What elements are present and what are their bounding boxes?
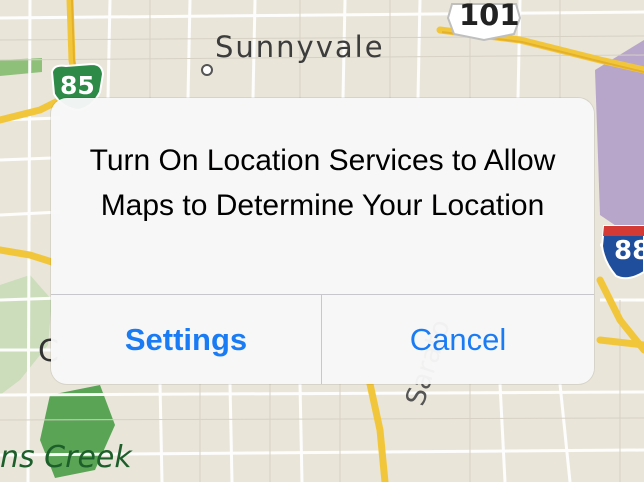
cancel-button[interactable]: Cancel	[322, 295, 594, 384]
alert-message: Turn On Location Services to Allow Maps …	[89, 144, 556, 222]
location-services-alert: Turn On Location Services to Allow Maps …	[51, 98, 594, 384]
settings-button[interactable]: Settings	[51, 295, 321, 384]
